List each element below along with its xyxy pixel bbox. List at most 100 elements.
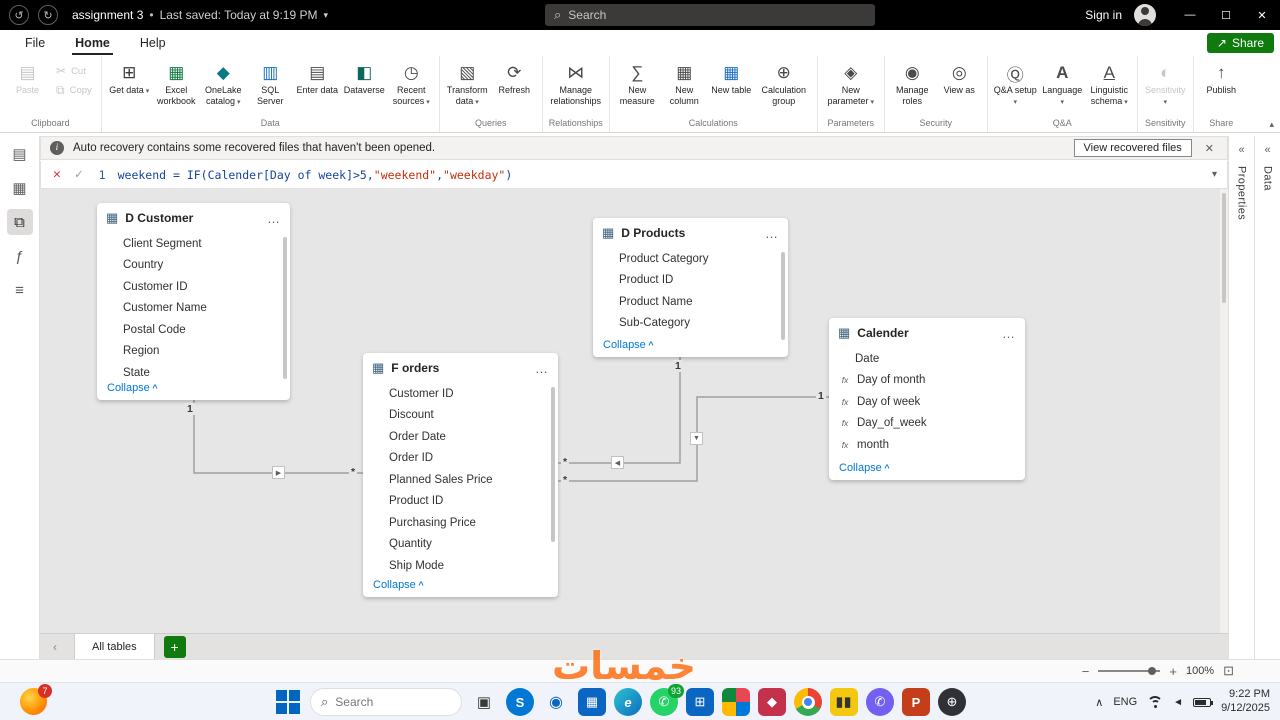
new-table-button[interactable]: ▦ New table [709,59,754,96]
tray-chevron-icon[interactable]: ∧ [1095,696,1103,709]
table-title[interactable]: D Products [621,226,685,240]
language-indicator[interactable]: ENG [1113,696,1137,708]
field-row[interactable]: Product ID [363,491,558,513]
table-card-d-customer[interactable]: ▦ D Customer … Client Segment Country Cu… [97,203,290,400]
field-row[interactable]: Purchasing Price [363,512,558,534]
card-scrollbar[interactable] [551,387,555,542]
table-title[interactable]: F orders [391,361,439,375]
people-icon[interactable]: ◉ [542,688,570,716]
taskbar-search[interactable]: ⌕ [310,688,462,716]
field-row[interactable]: fx Day of month [829,370,1025,392]
publish-button[interactable]: ↑ Publish [1199,59,1244,96]
dax-query-view-button[interactable]: ƒ [7,243,33,269]
zoom-slider-handle[interactable] [1148,667,1157,675]
field-row[interactable]: Quantity [363,534,558,556]
field-row[interactable]: Product Name [593,291,788,313]
table-card-d-products[interactable]: ▦ D Products … Product Category Product … [593,218,788,357]
data-pane-collapsed[interactable]: « Data [1254,136,1280,659]
sign-in-link[interactable]: Sign in [1085,8,1122,22]
zoom-out-button[interactable]: − [1082,664,1090,679]
microsoft-store-icon[interactable]: ⊞ [686,688,714,716]
new-column-button[interactable]: ▦ New column [662,59,707,106]
field-row[interactable]: Discount [363,405,558,427]
sql-server-button[interactable]: ▥ SQL Server [248,59,293,106]
cancel-formula-icon[interactable]: ✕ [53,167,61,182]
field-row[interactable]: Customer ID [363,383,558,405]
field-row[interactable]: Product ID [593,270,788,292]
dax-formula[interactable]: weekend = IF(Calender[Day of week]>5, "we… [118,168,513,182]
manage-roles-button[interactable]: ◉ Manage roles [890,59,935,106]
collapse-link[interactable]: Collapse [107,382,158,394]
whatsapp-icon[interactable]: ✆ 93 [650,684,684,716]
collapse-link[interactable]: Collapse [603,339,654,351]
report-view-button[interactable]: ▤ [7,141,33,167]
refresh-button[interactable]: ⟳ Refresh [492,59,537,96]
field-row[interactable]: Product Category [593,248,788,270]
calculation-group-button[interactable]: ⊕ Calculation group [756,59,812,106]
commit-formula-icon[interactable]: ✓ [75,167,83,182]
add-layout-button[interactable]: + [163,635,186,658]
field-row[interactable]: fx month [829,434,1025,456]
properties-pane-collapsed[interactable]: « Properties [1228,136,1254,659]
chrome-icon[interactable] [794,688,822,716]
close-notification-icon[interactable]: ✕ [1201,142,1218,155]
expand-pane-icon[interactable]: « [1255,136,1280,160]
field-row[interactable]: Order Date [363,426,558,448]
tab-all-tables[interactable]: All tables [74,633,155,660]
field-row[interactable]: fx Day_of_week [829,413,1025,435]
collapse-ribbon-icon[interactable]: ▴ [1269,119,1274,130]
photos-icon[interactable] [722,688,750,716]
field-row[interactable]: State [97,362,290,384]
transform-data-button[interactable]: ▧ Transform data [445,59,490,107]
battery-icon[interactable] [1193,697,1214,707]
dataverse-button[interactable]: ◧ Dataverse [342,59,387,96]
field-row[interactable]: Sub-Category [593,313,788,335]
edge-icon[interactable]: e [614,688,642,716]
relationship-direction-icon[interactable]: ▼ [690,432,703,445]
card-scrollbar[interactable] [283,237,287,379]
relationship-direction-icon[interactable]: ▶ [272,466,285,479]
maximize-button[interactable]: ☐ [1208,0,1244,30]
powerpoint-icon[interactable]: P [902,688,930,716]
copy-button[interactable]: ⧉ Copy [52,82,96,99]
taskbar-search-input[interactable] [335,695,451,709]
search-input[interactable] [568,8,866,22]
task-view-button[interactable]: ▣ [470,688,498,716]
new-parameter-button[interactable]: ◈ New parameter [823,59,879,107]
field-row[interactable]: Planned Sales Price [363,469,558,491]
view-recovered-files-button[interactable]: View recovered files [1073,139,1192,157]
skype-icon[interactable]: S [506,688,534,716]
field-row[interactable]: Client Segment [97,233,290,255]
formula-bar[interactable]: ✕ ✓ 1 weekend = IF(Calender[Day of week]… [40,161,1228,189]
field-row[interactable]: Customer Name [97,298,290,320]
firefox-icon[interactable]: 7 [20,684,52,715]
field-row[interactable]: Order ID [363,448,558,470]
table-card-f-orders[interactable]: ▦ F orders … Customer ID Discount Order … [363,353,558,597]
redo-icon[interactable]: ↻ [38,5,58,25]
onelake-catalog-button[interactable]: ◆ OneLake catalog [201,59,246,107]
clock[interactable]: 9:22 PM 9/12/2025 [1221,688,1270,716]
tab-home[interactable]: Home [60,30,125,56]
power-bi-icon[interactable]: ▮▮ [830,688,858,716]
card-scrollbar[interactable] [781,252,785,340]
expand-pane-icon[interactable]: « [1229,136,1254,160]
fit-to-screen-icon[interactable]: ⊡ [1223,663,1234,679]
view-as-button[interactable]: ◎ View as [937,59,982,96]
language-button[interactable]: A Language [1040,59,1085,108]
paste-button[interactable]: ▤ Paste [5,59,50,96]
document-title[interactable]: assignment 3 • Last saved: Today at 9:19… [72,8,328,22]
table-view-button[interactable]: ▦ [7,175,33,201]
recent-sources-button[interactable]: ◷ Recent sources [389,59,434,107]
field-row[interactable]: Region [97,341,290,363]
field-row[interactable]: Ship Mode [363,555,558,577]
tab-scroll-left-icon[interactable]: ‹ [40,640,70,654]
volume-icon[interactable]: ◄ [1173,697,1183,708]
field-row[interactable]: Country [97,255,290,277]
share-button[interactable]: ↗ Share [1206,33,1274,53]
excel-workbook-button[interactable]: ▦ Excel workbook [154,59,199,106]
table-card-calender[interactable]: ▦ Calender … Date fx Day of month fx Day o… [829,318,1025,480]
sensitivity-button[interactable]: ◐ Sensitivity [1143,59,1188,108]
more-options-icon[interactable]: … [267,211,281,226]
undo-icon[interactable]: ↺ [9,5,29,25]
more-options-icon[interactable]: … [535,361,549,376]
